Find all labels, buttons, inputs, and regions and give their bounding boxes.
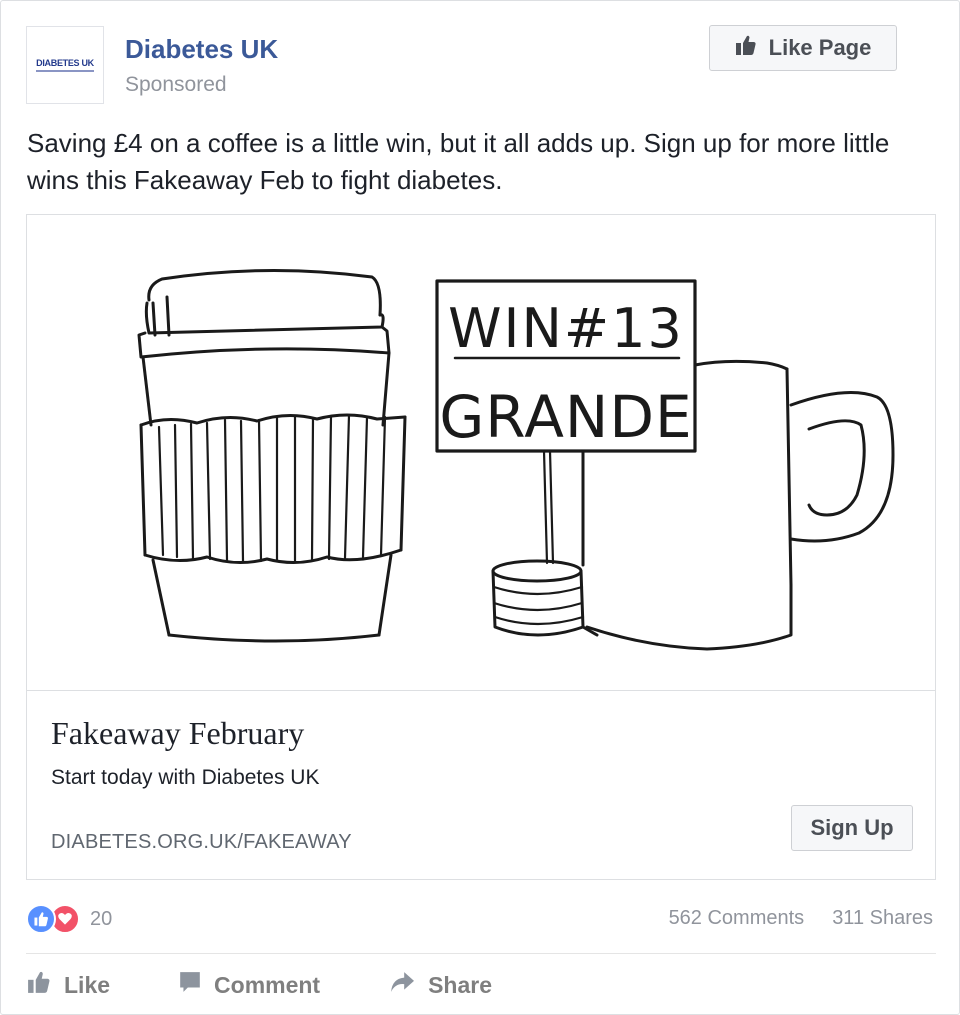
like-reaction-icon [26,904,56,934]
reaction-count: 20 [90,907,113,930]
post-actions-bar: Like Comment Share [26,963,492,1007]
sign-up-button[interactable]: Sign Up [791,805,913,851]
page-name-link[interactable]: Diabetes UK [125,34,278,65]
avatar-logo-tagline [36,69,94,72]
actions-divider [26,953,936,954]
sponsored-label[interactable]: Sponsored [125,73,227,97]
like-page-button[interactable]: Like Page [709,25,897,71]
like-button-label: Like [64,971,111,998]
comments-count-link[interactable]: 562 Comments [669,907,805,930]
comment-button-label: Comment [214,971,321,998]
link-attachment[interactable]: WIN#13 GRANDE Fakeaway February Start to… [26,214,936,880]
shares-count-link[interactable]: 311 Shares [832,907,933,930]
sponsored-post-card: DIABETES UK Diabetes UK Sponsored Like P… [0,0,960,1015]
thumbs-up-icon [735,34,757,62]
link-title[interactable]: Fakeaway February [51,715,304,752]
reactions-summary[interactable]: 20 [26,904,112,934]
thumbs-up-icon [26,970,52,1000]
page-avatar[interactable]: DIABETES UK [26,26,104,104]
share-button[interactable]: Share [388,970,492,1000]
like-page-label: Like Page [768,35,872,60]
sign-text-line2: GRANDE [439,383,692,451]
engagement-counts: 562 Comments 311 Shares [669,907,933,930]
coffee-illustration[interactable]: WIN#13 GRANDE [27,215,935,691]
share-button-label: Share [428,971,493,998]
comment-button[interactable]: Comment [178,970,320,1000]
share-arrow-icon [388,970,416,1000]
link-domain: DIABETES.ORG.UK/FAKEAWAY [51,831,352,853]
post-text: Saving £4 on a coffee is a little win, b… [27,128,890,195]
sign-text-line1: WIN#13 [448,297,684,360]
like-button[interactable]: Like [26,970,110,1000]
link-description: Start today with Diabetes UK [51,766,320,789]
avatar-logo: DIABETES UK [36,57,94,68]
comment-icon [178,970,202,1000]
